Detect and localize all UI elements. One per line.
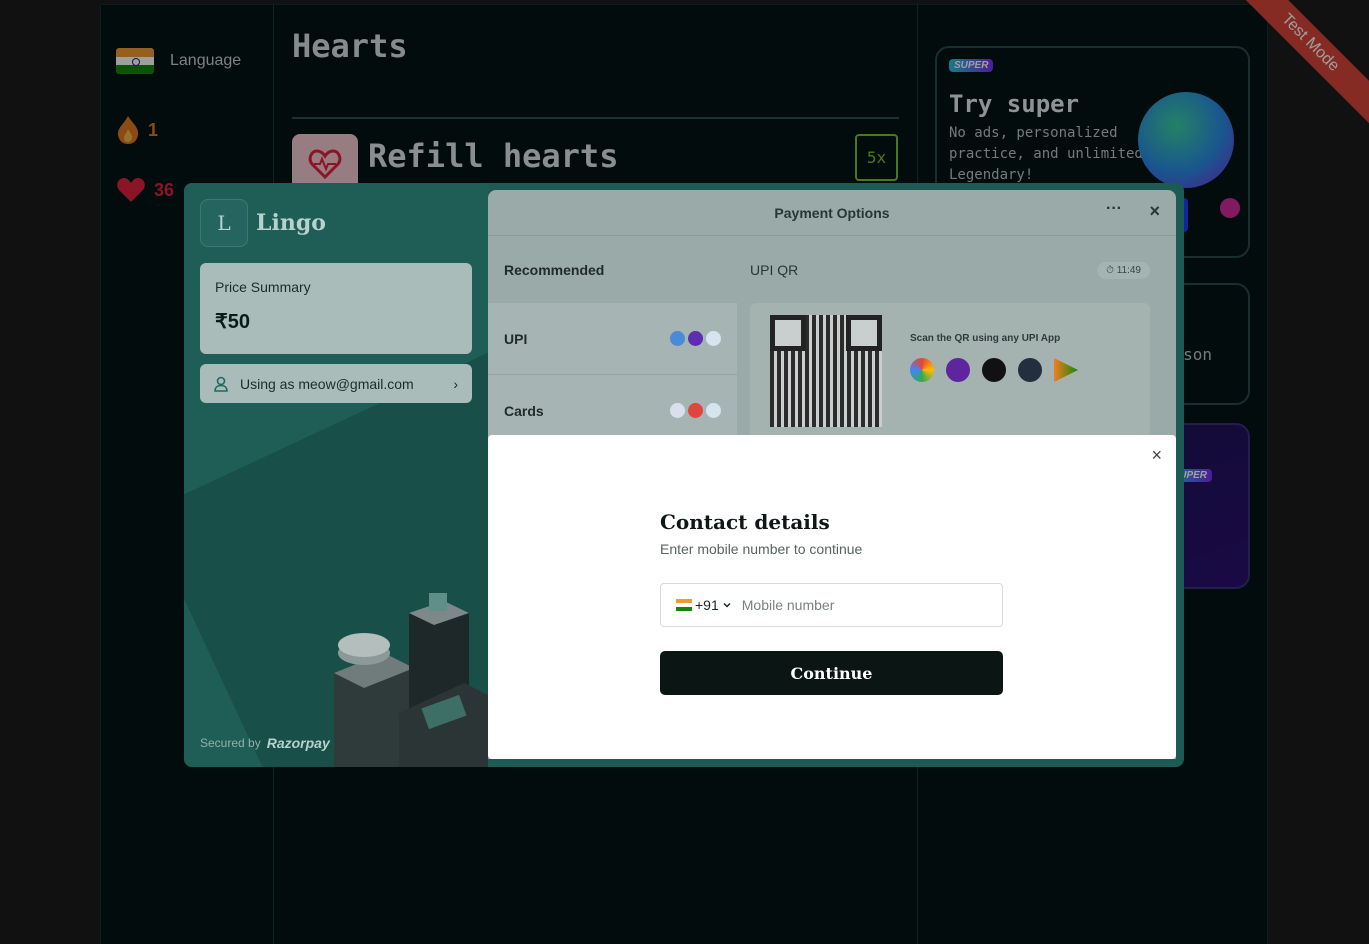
upi-qr-title: UPI QR	[750, 262, 799, 278]
chevron-right-icon: ›	[453, 375, 458, 392]
price-summary-label: Price Summary	[215, 279, 311, 295]
india-flag-icon	[676, 599, 692, 611]
gpay-icon	[910, 358, 934, 382]
contact-details-subtitle: Enter mobile number to continue	[660, 541, 863, 557]
payment-methods-list: Recommended UPI Cards	[488, 237, 737, 447]
amazon-pay-icon	[1018, 358, 1042, 382]
more-options-icon[interactable]: ···	[1106, 200, 1122, 218]
mobile-number-input[interactable]	[741, 584, 1002, 626]
chevron-down-icon	[723, 602, 731, 608]
upi-qr-header: UPI QR ⏱ 11:49	[750, 237, 1150, 303]
razorpay-logo: Razorpay	[266, 735, 330, 751]
close-modal-icon[interactable]: ×	[1151, 445, 1162, 466]
phonepe-icon	[946, 358, 970, 382]
bhim-icon	[1054, 358, 1078, 382]
card-network-logos	[670, 403, 721, 418]
price-amount: ₹50	[215, 311, 250, 333]
continue-button[interactable]: Continue	[660, 651, 1003, 695]
payment-method-label: Cards	[504, 402, 544, 419]
upi-app-logos	[670, 331, 721, 346]
price-summary: Price Summary ₹50	[200, 263, 472, 354]
upi-apps-row	[910, 358, 1078, 382]
contact-details-title: Contact details	[660, 510, 830, 534]
qr-code	[770, 315, 882, 427]
user-account-label: Using as meow@gmail.com	[240, 375, 414, 392]
payment-options-header: Payment Options ··· ×	[488, 190, 1176, 236]
country-code-selector[interactable]: +91	[661, 597, 742, 613]
upi-qr-section: UPI QR ⏱ 11:49 Scan the QR using any UPI…	[750, 237, 1150, 443]
merchant-name: Lingo	[256, 210, 326, 236]
secured-by-razorpay: Secured by Razorpay	[200, 735, 330, 751]
user-account-button[interactable]: Using as meow@gmail.com ›	[200, 364, 472, 403]
phone-field: +91	[660, 583, 1003, 627]
checkout-merchant-panel: L Lingo Price Summary ₹50 Using as meow@…	[184, 183, 488, 767]
recommended-heading: Recommended	[504, 262, 605, 278]
contact-details-modal: × Contact details Enter mobile number to…	[488, 435, 1176, 759]
country-code: +91	[695, 597, 719, 613]
cred-icon	[982, 358, 1006, 382]
user-icon	[214, 376, 228, 392]
secured-label: Secured by	[200, 736, 261, 750]
city-illustration-icon	[334, 593, 488, 767]
qr-timer-value: 11:49	[1116, 264, 1141, 276]
scan-qr-text: Scan the QR using any UPI App	[910, 333, 1061, 344]
merchant-logo: L	[200, 199, 248, 247]
payment-method-upi[interactable]: UPI	[488, 303, 737, 375]
payment-method-label: UPI	[504, 330, 528, 347]
payment-options-title: Payment Options	[774, 204, 890, 221]
close-checkout-icon[interactable]: ×	[1149, 201, 1160, 222]
qr-card: Scan the QR using any UPI App	[750, 303, 1150, 443]
qr-timer: ⏱ 11:49	[1097, 261, 1150, 279]
